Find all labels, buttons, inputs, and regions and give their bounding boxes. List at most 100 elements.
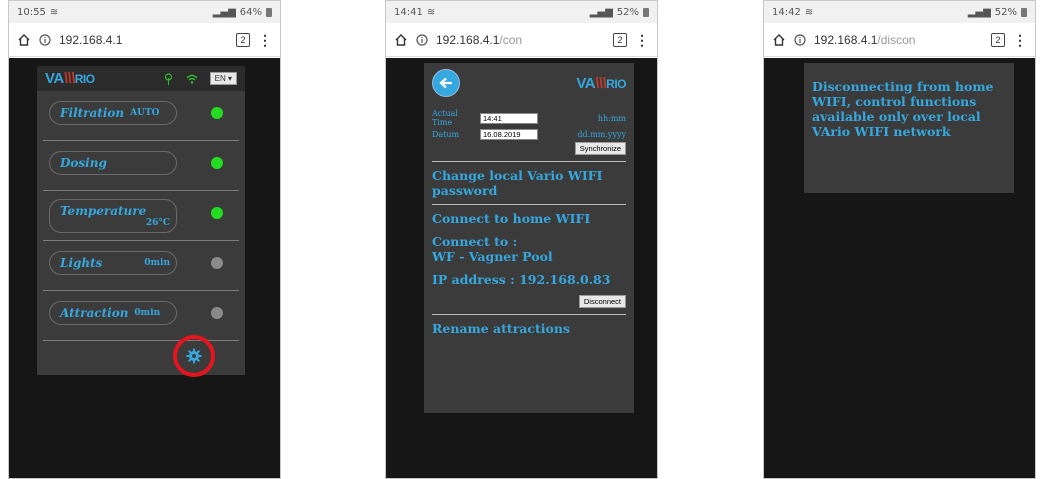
network-name: WF - Vagner Pool bbox=[432, 249, 553, 264]
config-header: VA\\\RIO bbox=[432, 63, 626, 103]
battery-icon bbox=[1021, 7, 1027, 17]
ip-address: IP address : 192.168.0.83 bbox=[432, 272, 611, 287]
main-panel: VA\\\RIO EN ▾ Filtration AUTO Dosing Temp… bbox=[37, 66, 245, 375]
dosing-row: Dosing bbox=[43, 141, 239, 191]
browser-url-bar: 192.168.4.1/discon 2 ⋮ bbox=[764, 23, 1035, 57]
time-settings: Actual Time 14:41 hh:mm Datum 16.08.2019… bbox=[432, 109, 626, 155]
back-button[interactable] bbox=[432, 69, 460, 97]
phone-screenshot-config: 14:41 ≋ ▂▄▆ 52% 192.168.4.1/con 2 ⋮ VA\\\R… bbox=[385, 0, 658, 479]
lights-button[interactable]: Lights 0min bbox=[49, 251, 177, 275]
vario-logo: VA\\\RIO bbox=[576, 74, 626, 92]
lights-label: Lights bbox=[60, 256, 103, 270]
signal-icon: ▂▄▆ bbox=[212, 6, 236, 18]
page-viewport: VA\\\RIO Actual Time 14:41 hh:mm Datum 1… bbox=[386, 58, 657, 478]
temperature-value: 26°C bbox=[145, 218, 170, 228]
date-label: Datum bbox=[432, 130, 460, 139]
attraction-status-led bbox=[211, 307, 223, 319]
panel-header: VA\\\RIO EN ▾ bbox=[37, 66, 245, 91]
home-icon[interactable] bbox=[17, 33, 31, 47]
page-viewport: Disconnecting from home WIFI, control fu… bbox=[764, 58, 1035, 478]
phone-screenshot-disconnect: 14:42 ≋ ▂▄▆ 52% 192.168.4.1/discon 2 ⋮ Dis… bbox=[763, 0, 1036, 479]
browser-url-bar: 192.168.4.1 2 ⋮ bbox=[9, 23, 280, 57]
battery-level: 52% bbox=[994, 6, 1017, 18]
tab-switcher-button[interactable]: 2 bbox=[991, 32, 1005, 47]
filtration-button[interactable]: Filtration AUTO bbox=[49, 101, 177, 125]
date-format-hint: dd.mm.yyyy bbox=[577, 130, 626, 139]
url-input[interactable]: 192.168.4.1/discon bbox=[814, 33, 983, 47]
url-host: 192.168.4.1 bbox=[814, 32, 878, 47]
url-input[interactable]: 192.168.4.1 bbox=[59, 33, 228, 47]
disconnect-button[interactable]: Disconnect bbox=[578, 295, 626, 308]
url-input[interactable]: 192.168.4.1/con bbox=[436, 33, 605, 47]
wifi-status-icon: ≋ bbox=[49, 6, 59, 18]
battery-level: 64% bbox=[239, 6, 262, 18]
filtration-row: Filtration AUTO bbox=[43, 91, 239, 141]
dosing-button[interactable]: Dosing bbox=[49, 151, 177, 175]
filtration-label: Filtration bbox=[60, 106, 125, 120]
dosing-label: Dosing bbox=[60, 156, 107, 170]
attraction-label: Attraction bbox=[60, 306, 129, 320]
antenna-icon bbox=[164, 72, 172, 85]
connect-home-wifi-link[interactable]: Connect to home WIFI bbox=[432, 211, 626, 226]
lights-timer: 0min bbox=[144, 258, 170, 268]
wifi-status-icon: ≋ bbox=[426, 6, 436, 18]
disconnect-message-panel: Disconnecting from home WIFI, control fu… bbox=[804, 63, 1014, 193]
info-icon[interactable] bbox=[794, 33, 806, 46]
settings-highlight-circle bbox=[173, 335, 215, 377]
actual-time-label: Actual Time bbox=[432, 109, 458, 127]
battery-icon bbox=[266, 7, 272, 17]
change-password-link[interactable]: Change local Vario WIFI password bbox=[432, 168, 626, 198]
gear-icon[interactable] bbox=[186, 348, 202, 364]
attraction-timer: 0min bbox=[134, 308, 161, 318]
attraction-row: Attraction 0min bbox=[43, 291, 239, 341]
temperature-label: Temperature bbox=[60, 204, 147, 218]
dosing-status-led bbox=[211, 157, 223, 169]
browser-menu-button[interactable]: ⋮ bbox=[635, 33, 649, 47]
status-bar: 14:42 ≋ ▂▄▆ 52% bbox=[764, 1, 1035, 23]
status-bar: 14:41 ≋ ▂▄▆ 52% bbox=[386, 1, 657, 23]
signal-icon: ▂▄▆ bbox=[589, 6, 613, 18]
temperature-row: Temperature 26°C bbox=[43, 191, 239, 241]
url-path: /con bbox=[499, 32, 523, 47]
url-path: /discon bbox=[877, 32, 916, 47]
status-time: 10:55 bbox=[17, 6, 46, 18]
wifi-icon bbox=[186, 74, 198, 84]
filtration-status-led bbox=[211, 107, 223, 119]
status-bar: 10:55 ≋ ▂▄▆ 64% bbox=[9, 1, 280, 23]
wifi-status-icon: ≋ bbox=[804, 6, 814, 18]
divider bbox=[432, 161, 626, 162]
lights-status-led bbox=[211, 257, 223, 269]
attraction-button[interactable]: Attraction 0min bbox=[49, 301, 177, 325]
home-icon[interactable] bbox=[772, 33, 786, 47]
tab-switcher-button[interactable]: 2 bbox=[236, 32, 250, 47]
browser-url-bar: 192.168.4.1/con 2 ⋮ bbox=[386, 23, 657, 57]
rename-attractions-link[interactable]: Rename attractions bbox=[432, 321, 626, 336]
temperature-status-led bbox=[211, 207, 223, 219]
status-time: 14:41 bbox=[394, 6, 423, 18]
temperature-button[interactable]: Temperature 26°C bbox=[49, 199, 177, 233]
battery-level: 52% bbox=[616, 6, 639, 18]
time-format-hint: hh:mm bbox=[597, 113, 626, 123]
phone-screenshot-main: 10:55 ≋ ▂▄▆ 64% 192.168.4.1 2 ⋮ VA\\\RIO E… bbox=[8, 0, 281, 479]
home-icon[interactable] bbox=[394, 33, 408, 47]
browser-menu-button[interactable]: ⋮ bbox=[1013, 33, 1027, 47]
url-host: 192.168.4.1 bbox=[436, 32, 500, 47]
lights-row: Lights 0min bbox=[43, 241, 239, 291]
synchronize-button[interactable]: Synchronize bbox=[574, 142, 626, 155]
info-icon[interactable] bbox=[39, 33, 51, 46]
config-panel: VA\\\RIO Actual Time 14:41 hh:mm Datum 1… bbox=[424, 63, 634, 413]
divider bbox=[432, 314, 626, 315]
battery-icon bbox=[643, 7, 649, 17]
info-icon[interactable] bbox=[416, 33, 428, 46]
status-time: 14:42 bbox=[772, 6, 801, 18]
signal-icon: ▂▄▆ bbox=[967, 6, 991, 18]
tab-switcher-button[interactable]: 2 bbox=[613, 32, 627, 47]
browser-menu-button[interactable]: ⋮ bbox=[258, 33, 272, 47]
time-input[interactable]: 14:41 bbox=[480, 112, 538, 124]
language-select[interactable]: EN ▾ bbox=[209, 72, 237, 85]
url-host: 192.168.4.1 bbox=[59, 32, 123, 47]
disconnect-message: Disconnecting from home WIFI, control fu… bbox=[812, 79, 994, 139]
page-viewport: VA\\\RIO EN ▾ Filtration AUTO Dosing Temp… bbox=[9, 58, 280, 478]
date-input[interactable]: 16.08.2019 bbox=[480, 129, 538, 140]
arrow-left-icon bbox=[439, 77, 452, 89]
